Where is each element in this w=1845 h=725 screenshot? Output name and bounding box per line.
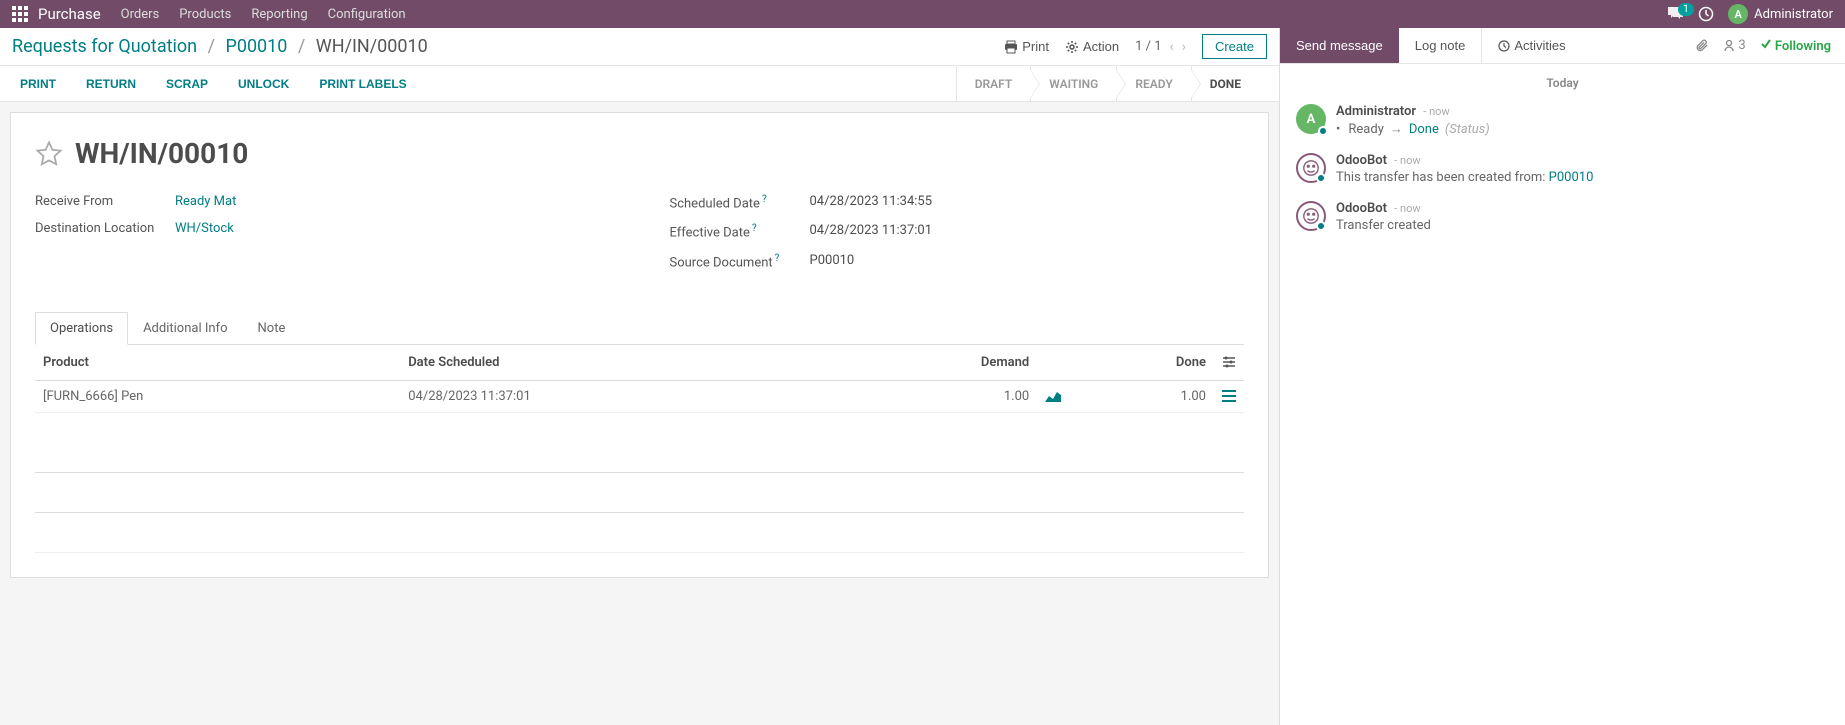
message-time: - now <box>1394 202 1420 215</box>
destination-link[interactable]: WH/Stock <box>175 221 234 236</box>
cell-done: 1.00 <box>1069 380 1214 412</box>
menu-orders[interactable]: Orders <box>121 7 160 22</box>
log-note-button[interactable]: Log note <box>1399 28 1482 63</box>
message-author[interactable]: Administrator <box>1336 104 1416 119</box>
cell-date: 04/28/2023 11:37:01 <box>400 380 835 412</box>
menu-products[interactable]: Products <box>179 7 231 22</box>
action-return[interactable]: RETURN <box>86 77 136 91</box>
cell-demand: 1.00 <box>835 380 1037 412</box>
status-done[interactable]: DONE <box>1191 66 1259 102</box>
field-source-document: Source Document? P00010 <box>670 253 1245 270</box>
action-print-labels[interactable]: PRINT LABELS <box>319 77 406 91</box>
message-item: OdooBot - now This transfer has been cre… <box>1296 153 1829 185</box>
pager: 1 / 1 ‹ › <box>1135 39 1186 55</box>
col-date[interactable]: Date Scheduled <box>400 345 835 381</box>
message-author[interactable]: OdooBot <box>1336 153 1387 168</box>
person-icon <box>1723 39 1735 52</box>
status-ready[interactable]: READY <box>1116 66 1190 102</box>
followers-count[interactable]: 3 <box>1723 38 1745 53</box>
field-destination: Destination Location WH/Stock <box>35 221 610 236</box>
table-row[interactable]: [FURN_6666] Pen 04/28/2023 11:37:01 1.00… <box>35 380 1244 412</box>
topbar: Purchase Orders Products Reporting Confi… <box>0 0 1845 28</box>
form-sheet: WH/IN/00010 Receive From Ready Mat Desti… <box>10 112 1269 578</box>
user-name: Administrator <box>1754 7 1833 22</box>
col-product[interactable]: Product <box>35 345 400 381</box>
message-avatar: A <box>1296 104 1326 134</box>
tab-operations[interactable]: Operations <box>35 312 128 345</box>
receive-from-link[interactable]: Ready Mat <box>175 194 236 209</box>
send-message-button[interactable]: Send message <box>1280 28 1399 63</box>
col-done[interactable]: Done <box>1069 345 1214 381</box>
following-button[interactable]: Following <box>1760 38 1831 54</box>
star-outline-icon[interactable] <box>35 140 63 168</box>
operations-table: Product Date Scheduled Demand Done [FURN… <box>35 345 1244 553</box>
pager-next[interactable]: › <box>1182 39 1186 55</box>
breadcrumb-current: WH/IN/00010 <box>316 36 428 57</box>
record-title: WH/IN/00010 <box>75 137 248 170</box>
button-row: PRINT RETURN SCRAP UNLOCK PRINT LABELS D… <box>0 66 1279 102</box>
chat-icon[interactable]: 1 <box>1668 7 1684 21</box>
source-link[interactable]: P00010 <box>1549 170 1594 185</box>
tabs: Operations Additional Info Note <box>35 312 1244 345</box>
pager-text: 1 / 1 <box>1135 39 1161 54</box>
message-time: - now <box>1394 154 1420 167</box>
today-separator: Today <box>1296 76 1829 90</box>
message-item: A Administrator - now Ready → Done (Stat… <box>1296 104 1829 137</box>
gear-icon <box>1065 40 1079 54</box>
menu-configuration[interactable]: Configuration <box>328 7 406 22</box>
action-unlock[interactable]: UNLOCK <box>238 77 289 91</box>
message-item: OdooBot - now Transfer created <box>1296 201 1829 233</box>
user-menu[interactable]: A Administrator <box>1728 4 1833 24</box>
chat-count-badge: 1 <box>1678 3 1694 16</box>
tab-additional-info[interactable]: Additional Info <box>128 312 242 344</box>
col-demand[interactable]: Demand <box>835 345 1037 381</box>
col-options[interactable] <box>1214 345 1244 381</box>
pager-prev[interactable]: ‹ <box>1170 39 1174 55</box>
field-receive-from: Receive From Ready Mat <box>35 194 610 209</box>
clock-icon <box>1498 40 1510 52</box>
detail-icon[interactable] <box>1214 380 1244 412</box>
brand-link[interactable]: Purchase <box>38 5 101 23</box>
attachment-icon[interactable] <box>1695 39 1709 53</box>
message-author[interactable]: OdooBot <box>1336 201 1387 216</box>
check-icon <box>1760 38 1772 50</box>
message-avatar <box>1296 153 1326 183</box>
breadcrumb-root[interactable]: Requests for Quotation <box>12 36 197 57</box>
user-avatar: A <box>1728 4 1748 24</box>
create-button[interactable]: Create <box>1202 34 1267 59</box>
printer-icon <box>1004 40 1018 54</box>
forecast-icon[interactable] <box>1037 380 1069 412</box>
status-link[interactable]: Done <box>1409 122 1439 137</box>
clock-icon[interactable] <box>1698 6 1714 22</box>
print-button[interactable]: Print <box>1004 39 1049 54</box>
status-draft[interactable]: DRAFT <box>956 66 1031 102</box>
status-bar: DRAFT WAITING READY DONE <box>956 66 1259 102</box>
tab-note[interactable]: Note <box>243 312 301 344</box>
message-time: - now <box>1423 105 1449 118</box>
apps-icon[interactable] <box>12 6 28 22</box>
field-scheduled-date: Scheduled Date? 04/28/2023 11:34:55 <box>670 194 1245 211</box>
cell-product: [FURN_6666] Pen <box>35 380 400 412</box>
message-avatar <box>1296 201 1326 231</box>
action-button[interactable]: Action <box>1065 39 1119 54</box>
menu-reporting[interactable]: Reporting <box>251 7 307 22</box>
action-print[interactable]: PRINT <box>20 77 56 91</box>
options-icon <box>1222 356 1236 368</box>
activities-button[interactable]: Activities <box>1481 28 1581 63</box>
action-scrap[interactable]: SCRAP <box>166 77 208 91</box>
breadcrumb-mid[interactable]: P00010 <box>225 36 287 57</box>
field-effective-date: Effective Date? 04/28/2023 11:37:01 <box>670 223 1245 240</box>
chatter: Send message Log note Activities 3 Follo… <box>1279 28 1845 725</box>
control-row: Requests for Quotation / P00010 / WH/IN/… <box>0 28 1279 66</box>
breadcrumb: Requests for Quotation / P00010 / WH/IN/… <box>12 36 428 57</box>
status-waiting[interactable]: WAITING <box>1030 66 1116 102</box>
